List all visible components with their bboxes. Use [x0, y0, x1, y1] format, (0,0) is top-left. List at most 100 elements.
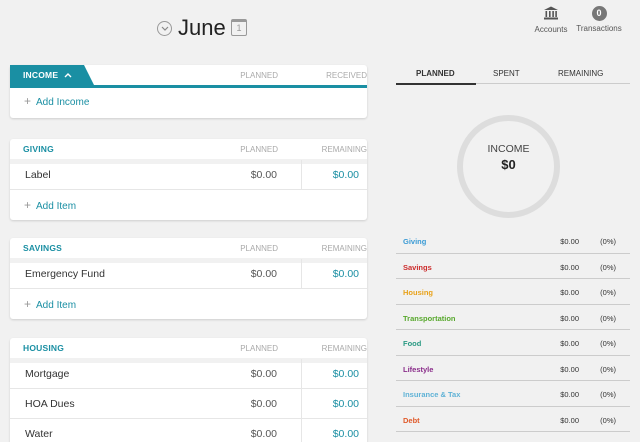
accounts-label: Accounts — [534, 25, 568, 34]
item-label[interactable]: Mortgage — [25, 368, 69, 380]
category-percent: (0%) — [600, 288, 616, 297]
table-row[interactable]: Emergency Fund $0.00 $0.00 — [10, 259, 367, 289]
category-amount: $0.00 — [560, 339, 579, 348]
item-planned[interactable]: $0.00 — [251, 169, 277, 181]
giving-card: GIVING PLANNED REMAINING Label $0.00 $0.… — [10, 139, 367, 220]
category-name: Food — [403, 339, 422, 348]
housing-tab[interactable]: HOUSING — [10, 338, 87, 358]
category-name: Giving — [403, 237, 427, 246]
breakdown-row[interactable]: Housing $0.00 (0%) — [396, 279, 630, 305]
item-planned[interactable]: $0.00 — [251, 268, 277, 280]
item-remaining: $0.00 — [332, 368, 359, 380]
item-planned[interactable]: $0.00 — [251, 368, 277, 380]
transactions-label: Transactions — [576, 24, 622, 33]
income-card: INCOME PLANNED RECEIVED + Add Income — [10, 65, 367, 118]
savings-card: SAVINGS PLANNED REMAINING Emergency Fund… — [10, 238, 367, 319]
divider — [301, 359, 302, 389]
item-planned[interactable]: $0.00 — [251, 428, 277, 440]
savings-tab[interactable]: SAVINGS — [10, 238, 85, 258]
plus-icon: + — [24, 94, 32, 108]
table-row[interactable]: Water $0.00 $0.00 — [10, 419, 367, 442]
divider — [301, 419, 302, 442]
item-label[interactable]: HOA Dues — [25, 398, 75, 410]
divider — [301, 160, 302, 190]
item-planned[interactable]: $0.00 — [251, 398, 277, 410]
transactions-count-badge: 0 — [591, 6, 607, 21]
month-dropdown-button[interactable] — [157, 21, 172, 36]
add-income-button[interactable]: + Add Income — [24, 94, 89, 108]
add-item-button[interactable]: + Add Item — [24, 198, 76, 212]
category-name: Housing — [403, 288, 433, 297]
category-name: Savings — [403, 262, 432, 272]
category-name: Lifestyle — [403, 364, 434, 374]
category-breakdown: Giving $0.00 (0%) Savings $0.00 (0%) Housing $0… — [396, 228, 630, 432]
category-percent: (0%) — [600, 390, 616, 399]
income-col-received: RECEIVED — [326, 71, 367, 80]
month-title[interactable]: June — [178, 15, 226, 41]
item-remaining: $0.00 — [332, 428, 359, 440]
divider — [301, 259, 302, 289]
category-amount: $0.00 — [560, 313, 579, 323]
item-label[interactable]: Emergency Fund — [25, 268, 105, 280]
item-remaining: $0.00 — [332, 169, 359, 181]
add-item-button[interactable]: + Add Item — [24, 297, 76, 311]
housing-col-planned: PLANNED — [240, 344, 278, 353]
add-item-label: Add Item — [36, 201, 77, 212]
breakdown-row[interactable]: Food $0.00 (0%) — [396, 330, 630, 356]
category-amount: $0.00 — [560, 364, 579, 374]
income-col-planned: PLANNED — [240, 71, 278, 80]
table-row[interactable]: Label $0.00 $0.00 — [10, 160, 367, 190]
category-amount: $0.00 — [560, 415, 579, 425]
item-remaining: $0.00 — [332, 268, 359, 280]
category-name: Insurance & Tax — [403, 390, 461, 399]
income-accent-bar — [10, 85, 367, 88]
header: June 1 Accounts 0 Transactions — [0, 0, 640, 56]
accounts-button[interactable]: Accounts — [531, 6, 571, 34]
category-percent: (0%) — [600, 237, 616, 246]
breakdown-row[interactable]: Giving $0.00 (0%) — [396, 228, 630, 254]
transactions-button[interactable]: 0 Transactions — [574, 6, 624, 33]
active-tab-underline — [396, 83, 476, 85]
item-label[interactable]: Water — [25, 428, 53, 440]
table-row[interactable]: HOA Dues $0.00 $0.00 — [10, 389, 367, 419]
savings-col-planned: PLANNED — [240, 244, 278, 253]
category-amount: $0.00 — [560, 390, 579, 399]
category-amount: $0.00 — [560, 262, 579, 272]
giving-tab[interactable]: GIVING — [10, 139, 76, 159]
savings-col-remaining: REMAINING — [321, 244, 367, 253]
divider — [301, 389, 302, 419]
housing-card: HOUSING PLANNED REMAINING Mortgage $0.00… — [10, 338, 367, 442]
breakdown-row[interactable]: Transportation $0.00 (0%) — [396, 305, 630, 330]
add-item-label: Add Item — [36, 300, 77, 311]
item-remaining: $0.00 — [332, 398, 359, 410]
item-label[interactable]: Label — [25, 169, 51, 181]
breakdown-row[interactable]: Debt $0.00 (0%) — [396, 407, 630, 432]
category-amount: $0.00 — [560, 237, 579, 246]
bank-icon — [544, 6, 558, 20]
category-percent: (0%) — [600, 262, 616, 272]
tab-remaining[interactable]: REMAINING — [558, 69, 603, 78]
plus-icon: + — [24, 198, 32, 212]
category-percent: (0%) — [600, 339, 616, 348]
category-name: Transportation — [403, 313, 456, 323]
giving-col-planned: PLANNED — [240, 145, 278, 154]
donut-label: INCOME — [487, 143, 530, 155]
category-percent: (0%) — [600, 415, 616, 425]
breakdown-row[interactable]: Lifestyle $0.00 (0%) — [396, 356, 630, 381]
donut-value: $0 — [501, 157, 516, 172]
income-tab[interactable]: INCOME — [10, 65, 94, 85]
add-income-label: Add Income — [36, 97, 90, 108]
calendar-icon[interactable]: 1 — [231, 19, 247, 36]
tab-planned[interactable]: PLANNED — [416, 69, 455, 78]
category-percent: (0%) — [600, 364, 616, 374]
plus-icon: + — [24, 297, 32, 311]
category-amount: $0.00 — [560, 288, 579, 297]
income-donut-chart: INCOME $0 — [457, 115, 560, 218]
breakdown-row[interactable]: Savings $0.00 (0%) — [396, 254, 630, 279]
category-percent: (0%) — [600, 313, 616, 323]
income-tab-label: INCOME — [23, 70, 59, 80]
tab-spent[interactable]: SPENT — [493, 69, 520, 78]
category-name: Debt — [403, 415, 420, 425]
breakdown-row[interactable]: Insurance & Tax $0.00 (0%) — [396, 381, 630, 407]
table-row[interactable]: Mortgage $0.00 $0.00 — [10, 359, 367, 389]
